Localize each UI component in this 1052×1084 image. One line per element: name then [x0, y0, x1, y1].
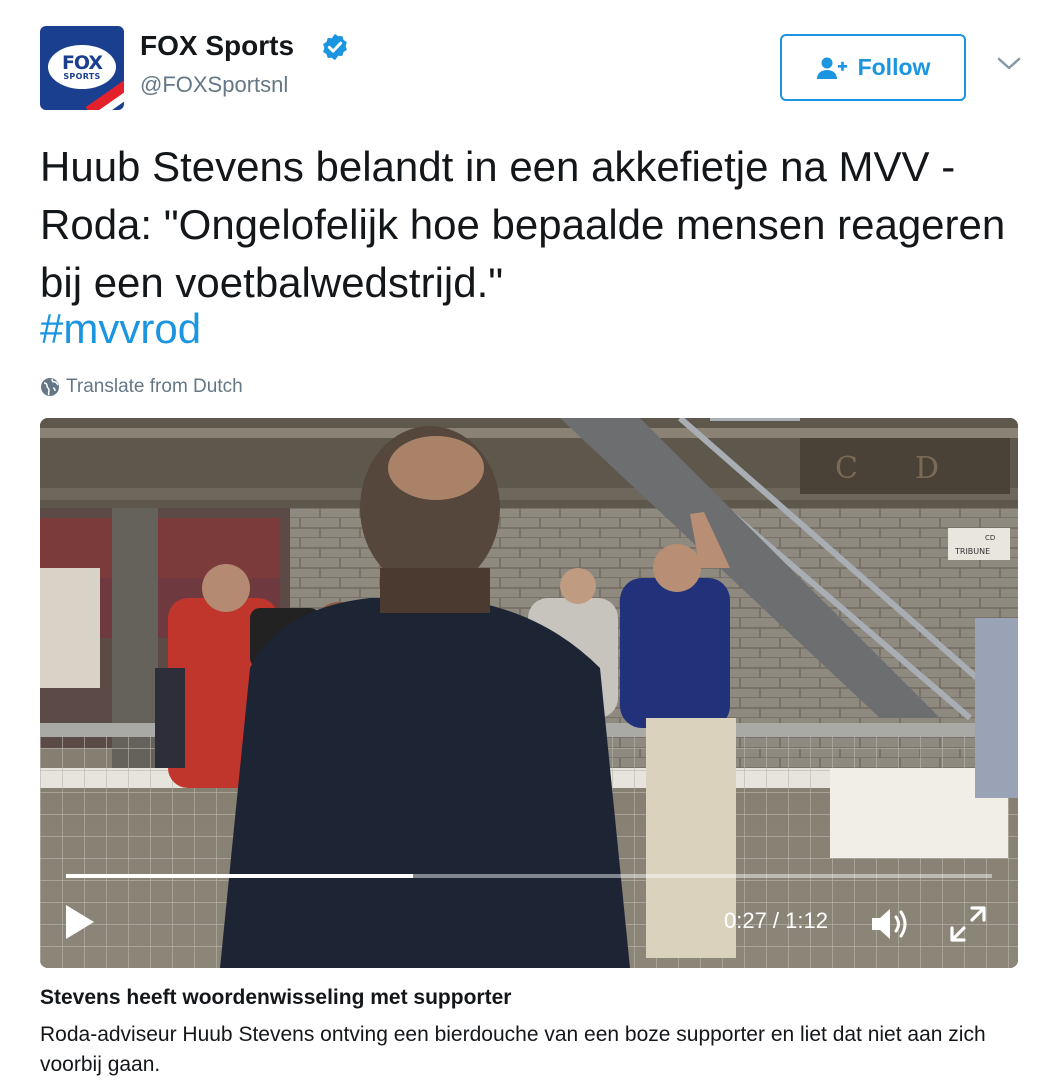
author-handle[interactable]: @FOXSportsnl: [140, 72, 288, 98]
fullscreen-icon[interactable]: [948, 904, 988, 944]
card-description: Roda-adviseur Huub Stevens ontving een b…: [40, 1023, 986, 1076]
sign-d: D: [915, 451, 939, 486]
video-player[interactable]: C D TRIBUNE CD 0:27 / 1:12: [40, 418, 1018, 968]
add-user-icon: [816, 57, 847, 79]
hashtag-link[interactable]: #mvvrod: [40, 300, 201, 358]
tweet-text: Huub Stevens belandt in een akkefietje n…: [40, 143, 1006, 306]
video-time: 0:27 / 1:12: [724, 908, 828, 933]
fox-sports-logo: FOX SPORTS: [48, 45, 116, 89]
globe-icon: [41, 378, 59, 396]
follow-label: Follow: [857, 54, 931, 80]
chevron-down-icon[interactable]: [996, 55, 1022, 73]
sign-tribune-small: CD: [985, 534, 995, 542]
logo-fox-text: FOX: [61, 51, 103, 74]
translate-link[interactable]: Translate from Dutch: [40, 376, 243, 398]
video-progress-bar[interactable]: [66, 874, 992, 878]
translate-label: Translate from Dutch: [66, 376, 243, 397]
video-frame: C D TRIBUNE CD: [40, 418, 1018, 968]
card-title[interactable]: Stevens heeft woordenwisseling met suppo…: [40, 986, 511, 1010]
author-name[interactable]: FOX Sports: [140, 30, 294, 62]
play-icon[interactable]: [62, 902, 98, 942]
follow-button[interactable]: Follow: [780, 34, 966, 101]
volume-icon[interactable]: [870, 906, 912, 942]
logo-sports-text: SPORTS: [63, 71, 101, 81]
avatar[interactable]: FOX SPORTS: [40, 26, 124, 110]
sign-tribune: TRIBUNE: [954, 547, 990, 556]
video-progress-fill: [66, 874, 414, 878]
sign-c: C: [835, 451, 858, 486]
verified-badge-icon: [323, 33, 347, 61]
